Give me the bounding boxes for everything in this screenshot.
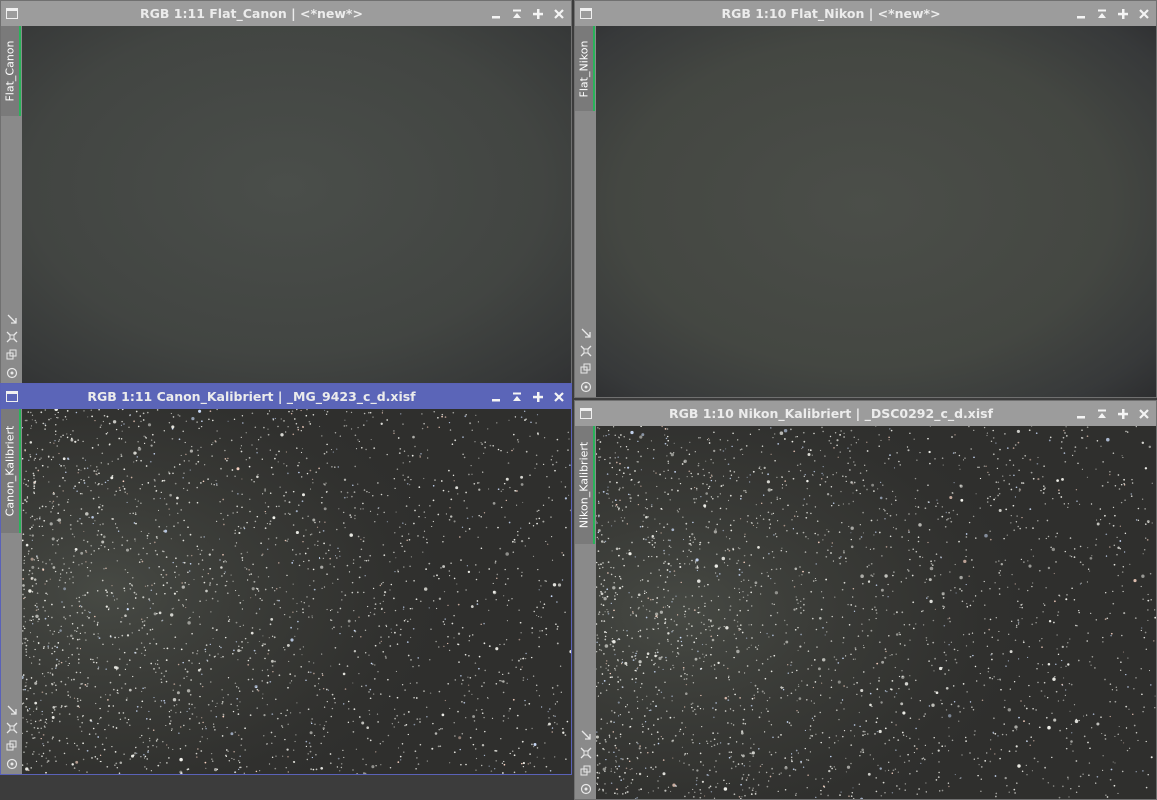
view-tab-label: Canon_Kalibriert — [3, 425, 17, 517]
shade-button[interactable] — [506, 384, 527, 409]
view-tab-label: Nikon_Kalibriert — [577, 441, 591, 529]
fit-view-icon[interactable] — [4, 720, 20, 736]
star-field-image — [22, 409, 571, 774]
window-menu-icon[interactable] — [6, 391, 18, 402]
window-menu-icon[interactable] — [580, 8, 592, 19]
shade-button[interactable] — [1091, 1, 1112, 26]
clone-icon[interactable] — [4, 738, 20, 754]
image-canvas[interactable] — [596, 426, 1156, 799]
titlebar[interactable]: RGB 1:11 Flat_Canon | <*new*> — [1, 1, 571, 26]
minimize-button[interactable] — [1070, 401, 1091, 426]
preview-icon[interactable] — [4, 365, 20, 381]
minimize-button[interactable] — [485, 1, 506, 26]
titlebar[interactable]: RGB 1:10 Nikon_Kalibriert | _DSC0292_c_d… — [575, 401, 1156, 426]
zoom-fit-icon[interactable] — [4, 702, 20, 718]
close-button[interactable] — [1133, 401, 1154, 426]
image-window-canon-kalibriert[interactable]: RGB 1:11 Canon_Kalibriert | _MG_9423_c_d… — [0, 383, 572, 775]
close-button[interactable] — [548, 1, 569, 26]
preview-icon[interactable] — [578, 379, 594, 395]
image-canvas[interactable] — [596, 26, 1156, 397]
image-canvas[interactable] — [22, 26, 571, 383]
window-title: RGB 1:10 Nikon_Kalibriert | _DSC0292_c_d… — [668, 406, 994, 421]
view-tab[interactable]: Canon_Kalibriert — [1, 409, 21, 533]
view-sidebar: Canon_Kalibriert — [1, 409, 22, 774]
view-sidebar: Flat_Canon — [1, 26, 22, 383]
view-tab-label: Flat_Nikon — [577, 40, 591, 97]
preview-icon[interactable] — [4, 756, 20, 772]
clone-icon[interactable] — [578, 763, 594, 779]
titlebar[interactable]: RGB 1:10 Flat_Nikon | <*new*> — [575, 1, 1156, 26]
window-title: RGB 1:11 Canon_Kalibriert | _MG_9423_c_d… — [87, 389, 416, 404]
window-menu-icon[interactable] — [580, 408, 592, 419]
minimize-button[interactable] — [1070, 1, 1091, 26]
image-window-nikon-kalibriert[interactable]: RGB 1:10 Nikon_Kalibriert | _DSC0292_c_d… — [574, 400, 1157, 800]
maximize-button[interactable] — [527, 1, 548, 26]
minimize-button[interactable] — [485, 384, 506, 409]
maximize-button[interactable] — [1112, 401, 1133, 426]
close-button[interactable] — [548, 384, 569, 409]
clone-icon[interactable] — [4, 347, 20, 363]
titlebar[interactable]: RGB 1:11 Canon_Kalibriert | _MG_9423_c_d… — [1, 384, 571, 409]
clone-icon[interactable] — [578, 361, 594, 377]
shade-button[interactable] — [1091, 401, 1112, 426]
zoom-fit-icon[interactable] — [4, 311, 20, 327]
view-sidebar: Nikon_Kalibriert — [575, 426, 596, 799]
zoom-fit-icon[interactable] — [578, 325, 594, 341]
shade-button[interactable] — [506, 1, 527, 26]
image-window-flat-nikon[interactable]: RGB 1:10 Flat_Nikon | <*new*> Flat_Nikon — [574, 0, 1157, 398]
preview-icon[interactable] — [578, 781, 594, 797]
zoom-fit-icon[interactable] — [578, 727, 594, 743]
fit-view-icon[interactable] — [4, 329, 20, 345]
image-canvas[interactable] — [22, 409, 571, 774]
fit-view-icon[interactable] — [578, 745, 594, 761]
star-field-image — [596, 426, 1156, 799]
maximize-button[interactable] — [527, 384, 548, 409]
view-tab-label: Flat_Canon — [3, 40, 17, 102]
window-title: RGB 1:10 Flat_Nikon | <*new*> — [721, 6, 941, 21]
view-tab[interactable]: Flat_Canon — [1, 26, 21, 116]
maximize-button[interactable] — [1112, 1, 1133, 26]
view-tab[interactable]: Flat_Nikon — [575, 26, 595, 111]
fit-view-icon[interactable] — [578, 343, 594, 359]
view-sidebar: Flat_Nikon — [575, 26, 596, 397]
image-window-flat-canon[interactable]: RGB 1:11 Flat_Canon | <*new*> Flat_Canon — [0, 0, 572, 384]
view-tab[interactable]: Nikon_Kalibriert — [575, 426, 595, 544]
close-button[interactable] — [1133, 1, 1154, 26]
window-menu-icon[interactable] — [6, 8, 18, 19]
window-title: RGB 1:11 Flat_Canon | <*new*> — [140, 6, 363, 21]
